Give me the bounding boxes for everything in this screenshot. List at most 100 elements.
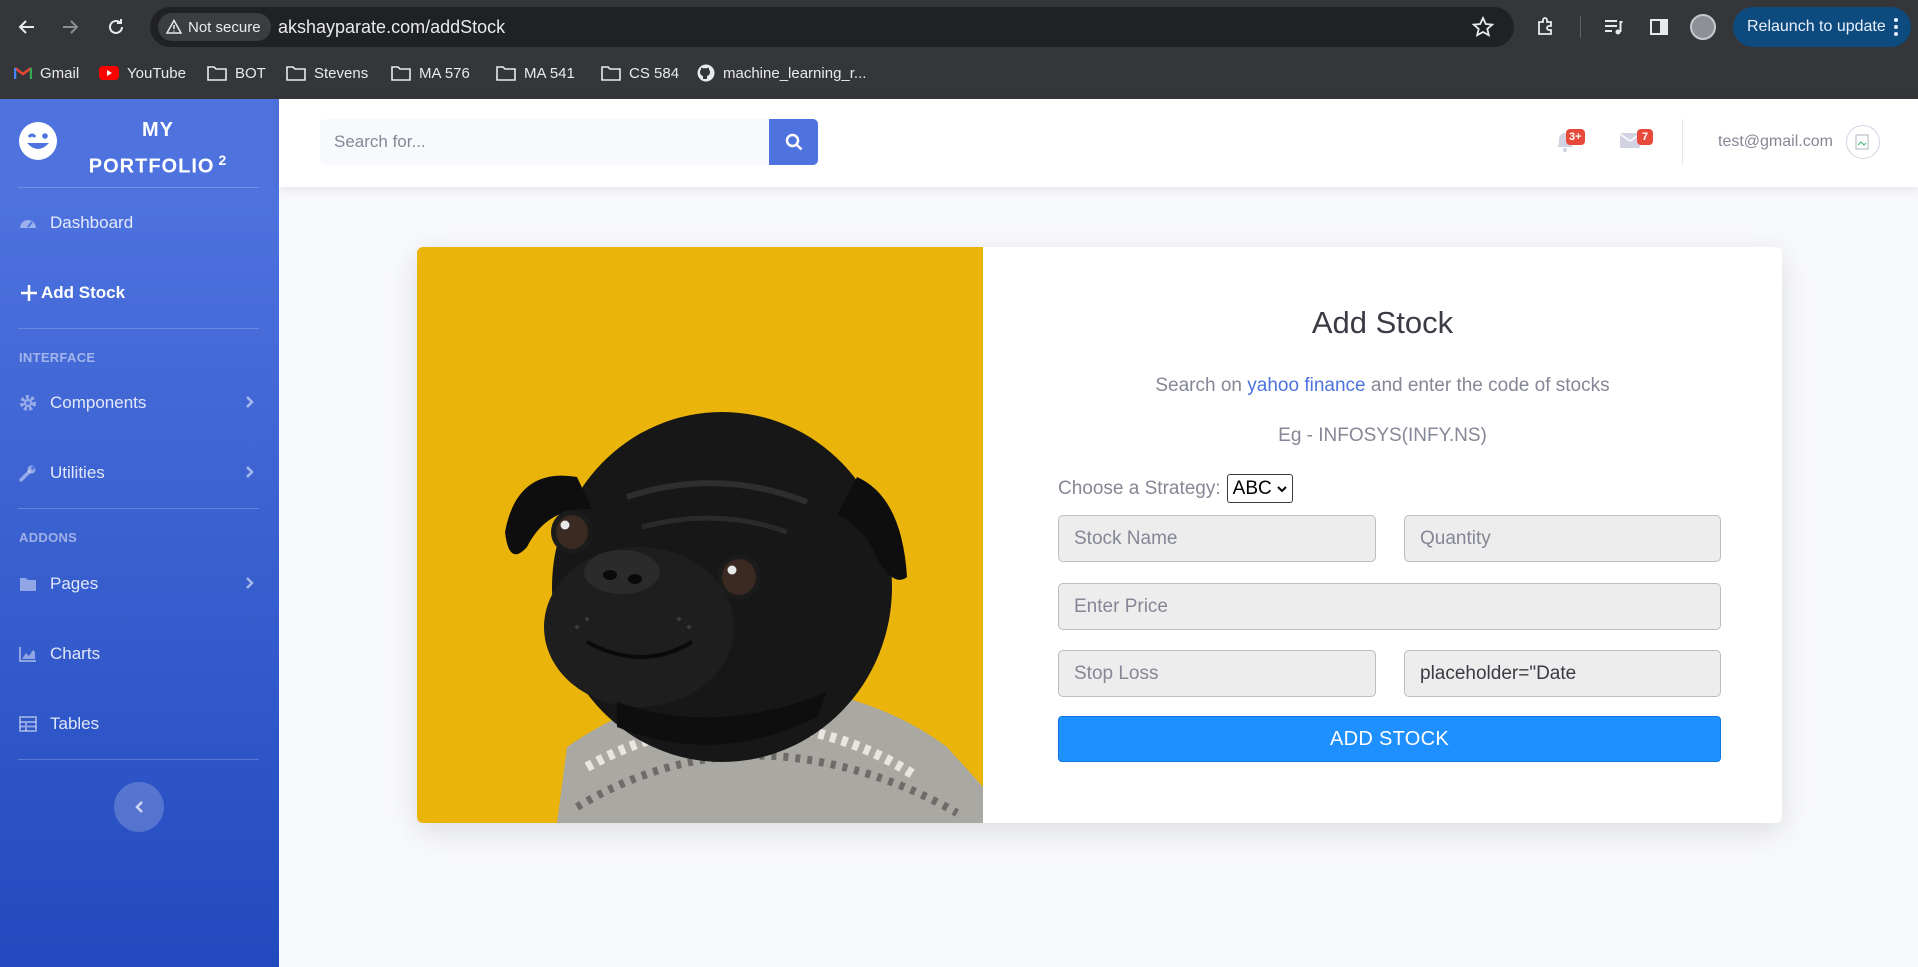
form-title: Add Stock [1311,305,1454,340]
yahoo-finance-link[interactable]: yahoo finance [1247,375,1365,396]
brand-superscript: 2 [218,152,228,168]
sidebar: MY PORTFOLIO 2 Dashboard Add Stock INTERF… [0,99,279,967]
bookmark-github[interactable]: machine_learning_r... [697,61,866,85]
strategy-selected-value: ABC [1232,477,1272,499]
user-avatar[interactable] [1846,125,1880,159]
folder-icon [601,66,621,81]
chevron-right-icon [246,396,254,408]
folder-icon [19,576,41,592]
chart-area-icon [19,646,41,662]
bookmarks-bar: Gmail YouTube BOT Stevens MA 576 MA 541 … [0,57,1918,89]
bookmark-label: BOT [235,64,266,82]
add-stock-card: Add Stock Search on yahoo finance and en… [417,247,1782,823]
gmail-icon [14,67,32,79]
sidebar-item-label: Charts [50,644,101,663]
folder-icon [496,66,516,81]
sidebar-item-add-stock[interactable]: Add Stock [0,265,279,321]
date-input[interactable]: placeholder="Date [1404,650,1721,697]
price-input[interactable]: Enter Price [1058,583,1721,630]
tachometer-icon [19,215,41,231]
bookmark-label: YouTube [127,64,186,82]
url-text[interactable]: akshayparate.com/addStock [278,17,505,38]
bookmark-gmail[interactable]: Gmail [14,61,79,85]
stock-name-input[interactable]: Stock Name [1058,515,1376,562]
alerts-badge: 3+ [1566,129,1585,145]
form-hint: Search on yahoo finance and enter the co… [983,375,1782,397]
cog-icon [19,394,41,412]
sidebar-item-label: Tables [50,714,100,733]
sidebar-toggle-button[interactable] [114,782,164,832]
side-panel-icon[interactable] [1646,14,1672,40]
brand-line-2-text: PORTFOLIO [88,155,215,178]
warning-icon [166,19,182,34]
sidebar-item-utilities[interactable]: Utilities [0,445,279,501]
bookmark-label: Gmail [40,64,80,82]
search-button[interactable] [769,119,818,165]
reload-button[interactable] [101,12,131,42]
folder-icon [286,66,306,81]
media-queue-icon[interactable] [1600,14,1626,40]
brand-line-2: PORTFOLIO 2 [78,145,238,182]
bookmark-folder-stevens[interactable]: Stevens [286,61,368,85]
broken-image-icon [1855,134,1869,150]
bookmark-youtube[interactable]: YouTube [99,61,186,85]
sidebar-brand[interactable]: MY PORTFOLIO 2 [0,99,279,187]
sidebar-item-label: Utilities [50,463,105,482]
bookmark-star-icon[interactable] [1471,15,1495,43]
quantity-input[interactable]: Quantity [1404,515,1721,562]
sidebar-item-label: Pages [50,574,99,593]
forward-button[interactable] [55,12,85,42]
sidebar-heading-interface: INTERFACE [19,350,96,365]
sidebar-item-label: Add Stock [41,283,126,302]
address-bar[interactable]: Not secure akshayparate.com/addStock [150,7,1514,47]
bookmark-folder-ma541[interactable]: MA 541 [496,61,575,85]
bookmark-folder-cs584[interactable]: CS 584 [601,61,679,85]
plus-icon [19,283,41,303]
strategy-select[interactable]: ABC [1226,474,1293,503]
sidebar-divider [18,328,259,329]
sidebar-heading-addons: ADDONS [19,530,78,545]
strategy-label: Choose a Strategy: [1058,477,1221,499]
add-stock-button[interactable]: ADD STOCK [1058,716,1721,762]
sidebar-divider [18,508,259,509]
arrow-left-icon [18,20,34,34]
folder-icon [391,66,411,81]
sidebar-item-label: Dashboard [50,213,134,232]
sidebar-item-charts[interactable]: Charts [0,626,279,682]
strategy-row: Choose a Strategy: ABC [1058,474,1293,503]
bookmark-folder-ma576[interactable]: MA 576 [391,61,470,85]
sidebar-divider [18,187,259,188]
relaunch-button[interactable]: Relaunch to update [1733,7,1911,47]
brand-line-1: MY [142,119,174,141]
sidebar-item-dashboard[interactable]: Dashboard [0,195,279,251]
browser-toolbar: Not secure akshayparate.com/addStock Rel… [0,0,1918,53]
bookmark-label: MA 541 [524,64,575,82]
reload-icon [109,19,123,34]
wrench-icon [19,464,41,482]
profile-avatar[interactable] [1690,14,1716,40]
security-chip[interactable]: Not secure [158,13,271,41]
pug-illustration [505,412,983,823]
table-icon [19,716,41,732]
youtube-icon [99,66,119,80]
sidebar-divider [18,759,259,760]
stop-loss-input[interactable]: Stop Loss [1058,650,1376,697]
hint-suffix: and enter the code of stocks [1370,375,1610,396]
browser-chrome: Not secure akshayparate.com/addStock Rel… [0,0,1918,99]
search-input[interactable] [320,119,769,165]
sidebar-item-pages[interactable]: Pages [0,556,279,612]
bookmark-label: MA 576 [419,64,470,82]
relaunch-label: Relaunch to update [1747,18,1886,35]
user-email[interactable]: test@gmail.com [1718,133,1833,151]
sidebar-item-tables[interactable]: Tables [0,696,279,752]
topbar-divider [1682,119,1683,165]
hint-prefix: Search on [1155,375,1242,396]
extensions-icon[interactable] [1533,14,1559,40]
chevron-right-icon [246,577,254,589]
bookmark-folder-bot[interactable]: BOT [207,61,266,85]
topbar: 3+ 7 test@gmail.com [279,99,1918,187]
folder-icon [207,66,227,81]
pug-photo [417,247,983,823]
back-button[interactable] [12,12,42,42]
sidebar-item-components[interactable]: Components [0,375,279,431]
